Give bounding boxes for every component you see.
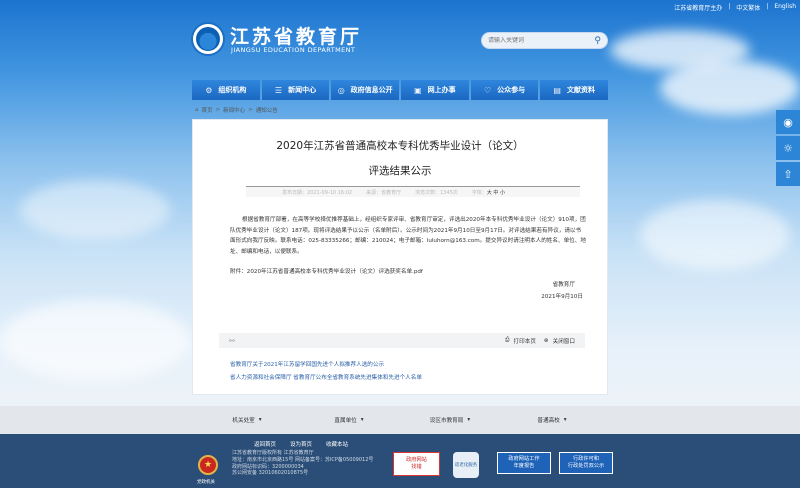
article-panel: 2020年江苏省普通高校本专科优秀毕业设计（论文） 评选结果公示 发布日期：20…	[192, 119, 608, 395]
logo[interactable]	[191, 22, 225, 56]
footer-info: 江苏省教育厅版权所有 江苏省教育厅 地址：南京市北京西路15号 网站备案号：苏I…	[232, 450, 374, 477]
site-subtitle: JIANGSU EDUCATION DEPARTMENT	[231, 46, 356, 54]
meta-date: 发布日期：2021-09-10 16:02	[282, 189, 353, 196]
nav-item-news[interactable]: ☰ 新闻中心	[261, 80, 330, 100]
font-size-label: 字体：	[471, 189, 487, 196]
annual-report-button[interactable]: 政府网站工作 年度报告	[497, 452, 551, 474]
emblem-icon	[196, 27, 220, 51]
admin-license-button[interactable]: 行政许可和 行政处罚双公示	[559, 452, 613, 474]
nav-item-documents[interactable]: ▤ 文献资料	[540, 80, 609, 100]
side-toolbar: ◉ ☼ ⇧	[776, 110, 800, 188]
close-window-button[interactable]: ⊗ 关闭窗口	[544, 337, 575, 345]
select-universities[interactable]: 普通高校 ▾	[515, 414, 589, 426]
article-meta: 发布日期：2021-09-10 16:02 来源：省教育厅 浏览次数：1345次…	[246, 186, 580, 197]
search-input[interactable]	[488, 37, 588, 44]
footer-home-link[interactable]: 返回首页	[254, 440, 276, 448]
select-departments[interactable]: 机关处室 ▾	[210, 414, 284, 426]
signature-date: 2021年9月10日	[541, 294, 583, 300]
barrier-free-button[interactable]: 适老化服务	[453, 452, 479, 478]
site-title: 江苏省教育厅	[230, 26, 363, 48]
footer-favorite-link[interactable]: 收藏本站	[326, 440, 348, 448]
print-button[interactable]: ⎙ 打印本页	[505, 337, 536, 345]
party-badge-icon[interactable]: ★	[198, 455, 218, 475]
back-to-top-icon[interactable]: ⇧	[776, 162, 800, 186]
monitor-icon: ▣	[414, 85, 422, 95]
footer-links-bar: 机关处室 ▾ 直属单位 ▾ 设区市教育局 ▾ 普通高校 ▾	[0, 406, 800, 434]
font-size-options[interactable]: 大 中 小	[487, 190, 505, 196]
article-toolbar: ⚯ ⎙ 打印本页 ⊗ 关闭窗口	[219, 333, 585, 348]
search-icon[interactable]: ⚲	[594, 36, 601, 46]
nav-item-info[interactable]: ◎ 政府信息公开	[331, 80, 400, 100]
weibo-icon[interactable]: ◉	[776, 110, 800, 134]
wechat-icon[interactable]: ☼	[776, 136, 800, 160]
meta-views: 浏览次数：1345次	[415, 189, 458, 196]
article-body: 根据省教育厅部署，在高等学校择优推荐基础上，经组织专家评审、省教育厅审定，评选出…	[230, 217, 586, 255]
select-city-bureau[interactable]: 设区市教育局 ▾	[413, 414, 487, 426]
main-nav: ⚙ 组织机构 ☰ 新闻中心 ◎ 政府信息公开 ▣ 网上办事 ♡ 公众参与 ▤ 文献资料	[192, 80, 609, 100]
attachment-link[interactable]: 附件：2020年江苏省普通高校本专科优秀毕业设计（论文）评选获奖名单.pdf	[230, 267, 423, 275]
nav-item-services[interactable]: ▣ 网上办事	[401, 80, 469, 100]
heart-icon: ♡	[483, 85, 492, 95]
search-box: ⚲	[481, 32, 608, 49]
chevron-down-icon: ▾	[467, 417, 471, 423]
traditional-link[interactable]: 中文繁体	[736, 3, 760, 12]
breadcrumb-notice[interactable]: 通知公告	[256, 106, 278, 114]
people-icon: ⚙	[205, 85, 213, 95]
host-text: 江苏省教育厅主办	[674, 5, 723, 12]
nav-item-organization[interactable]: ⚙ 组织机构	[192, 80, 260, 100]
article-title-line1: 2020年江苏省普通高校本专科优秀毕业设计（论文）	[276, 140, 524, 152]
select-affiliated[interactable]: 直属单位 ▾	[312, 414, 386, 426]
home-icon: ⌂	[195, 107, 199, 113]
report-error-button[interactable]: 政府网站 找错	[393, 452, 440, 476]
article-title-line2: 评选结果公示	[368, 165, 432, 177]
news-icon: ☰	[274, 85, 283, 95]
breadcrumb: ⌂ 首页 > 新闻中心 > 通知公告	[195, 106, 278, 114]
chevron-down-icon: ▾	[360, 417, 364, 423]
signature: 省教育厅	[552, 282, 575, 288]
info-icon: ◎	[337, 85, 345, 95]
footer-set-home-link[interactable]: 设为首页	[290, 440, 312, 448]
printer-icon: ⎙	[505, 337, 510, 343]
chevron-down-icon: ▾	[258, 417, 262, 423]
close-icon: ⊗	[543, 337, 549, 344]
share-icon[interactable]: ⚯	[229, 337, 235, 345]
document-icon: ▤	[553, 85, 561, 95]
meta-source: 来源：省教育厅	[366, 189, 402, 196]
footer-links: 返回首页 设为首页 收藏本站	[254, 440, 348, 448]
breadcrumb-news[interactable]: 新闻中心	[223, 106, 245, 114]
related-link-2[interactable]: 省人力资源和社会保障厅 省教育厅公布全省教育系统先进集体和先进个人名单	[230, 373, 422, 381]
english-link[interactable]: English	[774, 3, 796, 12]
chevron-down-icon: ▾	[563, 417, 567, 423]
top-links: 江苏省教育厅主办 | 中文繁体 | English	[674, 3, 796, 12]
nav-item-participation[interactable]: ♡ 公众参与	[470, 80, 539, 100]
breadcrumb-home[interactable]: 首页	[202, 106, 213, 114]
party-badge-label: 党政机关	[197, 480, 215, 485]
related-link-1[interactable]: 省教育厅关于2021年江苏留学回国先进个人拟推荐人选的公示	[230, 360, 384, 368]
